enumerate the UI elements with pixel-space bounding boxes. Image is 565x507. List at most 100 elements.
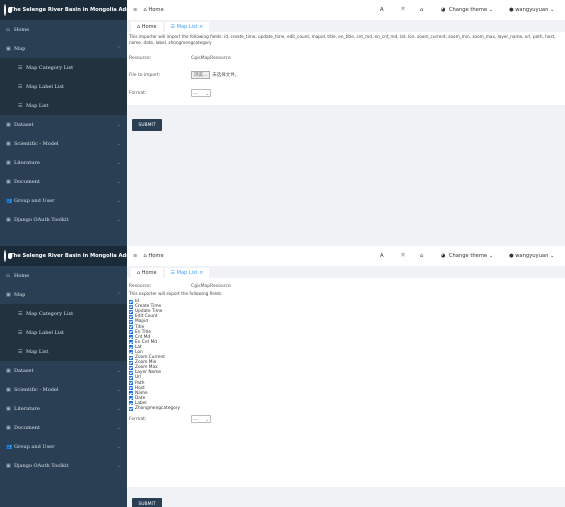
checkbox-checked-icon[interactable] (129, 375, 133, 380)
sidebar: The Selenge River Basin in Mongolia Admi… (0, 246, 137, 507)
sidebar-item-group-and-user[interactable]: 👥 Group and User ⌄ (0, 191, 127, 210)
checkbox-checked-icon[interactable] (129, 360, 133, 365)
chevron-down-icon: ⌄ (116, 424, 121, 431)
sidebar-item-home[interactable]: ⌂ Home (0, 266, 127, 285)
user-menu[interactable]: ● wangyuyuan ⌄ (509, 253, 554, 259)
chevron-down-icon: ⌄ (550, 7, 555, 13)
tab-home[interactable]: ⌂ Home (131, 22, 163, 32)
menu-toggle-icon[interactable]: ≡ (133, 253, 137, 259)
checkbox-checked-icon[interactable] (129, 370, 133, 375)
checkbox-checked-icon[interactable] (129, 335, 133, 340)
home-shortcut-icon[interactable]: ⌂ (420, 253, 423, 259)
sidebar-item-document[interactable]: ▣ Document ⌄ (0, 418, 127, 437)
checkbox-checked-icon[interactable] (129, 299, 133, 304)
palette-icon: ◕ (441, 7, 446, 13)
font-size-icon[interactable]: A (380, 7, 384, 13)
literature-icon: ▣ (6, 405, 11, 412)
tab-map-list[interactable]: ☰ Map List × (164, 22, 210, 32)
palette-icon: ◕ (441, 253, 446, 259)
user-icon: ● (509, 7, 514, 13)
checkbox-checked-icon[interactable] (129, 396, 133, 401)
format-select[interactable]: --- ⌄ (191, 415, 211, 424)
tab-bar: ⌂ Home ☰ Map List × (127, 20, 565, 32)
sidebar-item-map-list[interactable]: ☰ Map List (0, 342, 127, 361)
sidebar-item-django-oauth-toolkit[interactable]: ▣ Django OAuth Toolkit ⌄ (0, 456, 127, 475)
list-icon: ☰ (18, 329, 23, 336)
sidebar-item-dataset[interactable]: ▣ Dataset ⌄ (0, 361, 127, 380)
chevron-down-icon: ⌄ (116, 386, 121, 393)
menu-toggle-icon[interactable]: ≡ (133, 7, 137, 13)
breadcrumb-home[interactable]: ⌂ Home (143, 253, 163, 259)
checkbox-checked-icon[interactable] (129, 345, 133, 350)
chevron-down-icon: ⌄ (116, 367, 121, 374)
sidebar-item-map-list[interactable]: ☰ Map List (0, 96, 127, 115)
list-icon: ☰ (18, 348, 23, 355)
checkbox-checked-icon[interactable] (129, 319, 133, 324)
home-icon: ⌂ (137, 270, 141, 276)
checkbox-checked-icon[interactable] (129, 304, 133, 309)
submit-button[interactable]: SUBMIT (132, 119, 162, 131)
tab-home[interactable]: ⌂ Home (131, 268, 163, 278)
field-checkbox[interactable]: Zhongmengcategory (129, 406, 563, 411)
brand: The Selenge River Basin in Mongolia Admi… (0, 0, 137, 20)
change-theme-menu[interactable]: ◕ Change theme ⌄ (441, 7, 493, 13)
chevron-down-icon: ⌄ (116, 405, 121, 412)
oauth-icon: ▣ (6, 216, 11, 223)
close-icon[interactable]: × (199, 24, 203, 30)
checkbox-checked-icon[interactable] (129, 355, 133, 360)
format-row: Format: --- ⌄ (129, 415, 211, 424)
submit-button[interactable]: SUBMIT (132, 498, 162, 507)
checkbox-checked-icon[interactable] (129, 340, 133, 345)
tab-map-list[interactable]: ☰ Map List × (164, 268, 210, 278)
chevron-up-icon: ⌃ (116, 45, 121, 52)
checkbox-checked-icon[interactable] (129, 350, 133, 355)
resource-row: Resource: CgisMapResource (129, 284, 231, 289)
sidebar-item-document[interactable]: ▣ Document ⌄ (0, 172, 127, 191)
field-label: Zhongmengcategory (135, 406, 181, 412)
checkbox-checked-icon[interactable] (129, 309, 133, 314)
sidebar-item-django-oauth-toolkit[interactable]: ▣ Django OAuth Toolkit ⌄ (0, 210, 127, 229)
resource-row: Resource: CgisMapResource (129, 56, 231, 61)
sidebar-item-group-and-user[interactable]: 👥 Group and User ⌄ (0, 437, 127, 456)
close-icon[interactable]: × (199, 270, 203, 276)
checkbox-checked-icon[interactable] (129, 401, 133, 406)
change-theme-menu[interactable]: ◕ Change theme ⌄ (441, 253, 493, 259)
user-menu[interactable]: ● wangyuyuan ⌄ (509, 7, 554, 13)
dataset-icon: ▣ (6, 367, 11, 374)
font-size-icon[interactable]: A (380, 253, 384, 259)
breadcrumb-home[interactable]: ⌂ Home (143, 7, 163, 13)
sidebar-item-dataset[interactable]: ▣ Dataset ⌄ (0, 115, 127, 134)
list-icon: ☰ (170, 270, 176, 276)
fullscreen-icon[interactable]: ⤧ (401, 253, 405, 260)
browse-button[interactable]: 浏览... (191, 71, 211, 79)
sidebar-item-map-label-list[interactable]: ☰ Map Label List (0, 323, 127, 342)
format-select[interactable]: --- ⌄ (191, 89, 211, 97)
checkbox-checked-icon[interactable] (129, 386, 133, 391)
sidebar-item-map[interactable]: ▣ Map ⌃ (0, 39, 127, 58)
sidebar-item-map[interactable]: ▣ Map ⌃ (0, 285, 127, 304)
home-icon: ⌂ (143, 253, 147, 259)
checkbox-checked-icon[interactable] (129, 406, 133, 411)
checkbox-checked-icon[interactable] (129, 314, 133, 319)
home-icon: ⌂ (143, 7, 147, 13)
sidebar-item-map-category-list[interactable]: ☰ Map Category List (0, 304, 127, 323)
users-icon: 👥 (6, 197, 13, 204)
sidebar-item-literature[interactable]: ▣ Literature ⌄ (0, 153, 127, 172)
sidebar-item-map-label-list[interactable]: ☰ Map Label List (0, 77, 127, 96)
sidebar-item-scientific-model[interactable]: ▣ Scientific - Model ⌄ (0, 134, 127, 153)
checkbox-checked-icon[interactable] (129, 365, 133, 370)
sidebar-item-scientific-model[interactable]: ▣ Scientific - Model ⌄ (0, 380, 127, 399)
chevron-down-icon: ⌄ (205, 416, 209, 422)
sidebar-item-home[interactable]: ⌂ Home (0, 20, 127, 39)
document-icon: ▣ (6, 424, 11, 431)
home-shortcut-icon[interactable]: ⌂ (420, 7, 423, 13)
chevron-down-icon: ⌄ (550, 253, 555, 259)
fullscreen-icon[interactable]: ⤧ (401, 7, 405, 14)
sidebar-item-map-category-list[interactable]: ☰ Map Category List (0, 58, 127, 77)
checkbox-checked-icon[interactable] (129, 391, 133, 396)
model-icon: ▣ (6, 140, 11, 147)
sidebar-item-literature[interactable]: ▣ Literature ⌄ (0, 399, 127, 418)
user-icon: ● (509, 253, 514, 259)
file-row: File to import: 浏览... 未选择文件。 (129, 71, 240, 79)
checkbox-checked-icon[interactable] (129, 330, 133, 335)
